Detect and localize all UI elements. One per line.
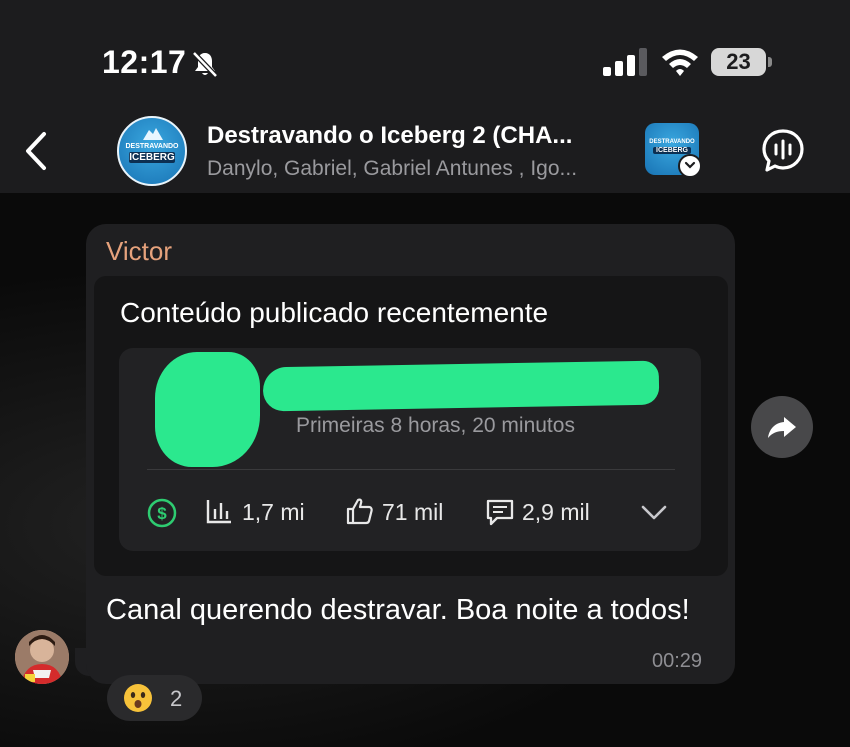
status-bar: 12:17 23 [0,0,850,110]
back-chevron-icon[interactable] [20,130,52,172]
group-avatar-line1: DESTRAVANDO [125,143,179,150]
iceberg-icon [143,128,163,140]
reaction-count: 2 [170,686,183,711]
battery-level: 23 [711,48,766,76]
reaction-pill[interactable]: 2 [107,675,202,721]
channel-badge [678,154,702,178]
channel-avatar-line2: ICEBERG [653,147,691,154]
channel-avatar-line1: DESTRAVANDO [649,139,695,145]
battery-tip [768,57,772,67]
forward-arrow-icon [768,417,796,438]
wifi-icon [662,49,698,76]
views-count: 1,7 mi [242,499,305,525]
chat-title[interactable]: Destravando o Iceberg 2 (CHA... [207,122,572,150]
avatar-photo [15,630,69,684]
card-title: Conteúdo publicado recentemente [120,297,549,328]
battery-indicator: 23 [711,48,773,76]
comment-icon [486,499,514,526]
chevron-down-icon [684,161,696,169]
group-avatar-line2: ICEBERG [128,152,176,163]
redacted-thumbnail [155,352,260,467]
message-text: Canal querendo destravar. Boa noite a to… [106,594,690,626]
bar-chart-icon [206,500,231,524]
chat-header: 12:17 23 DESTRAVANDO ICEBERG Destravando… [0,0,850,193]
status-time: 12:17 [102,44,187,80]
likes-count: 71 mil [382,499,444,525]
card-divider [147,469,675,470]
surprised-face-icon [124,684,152,712]
dollar-circle-icon: $ [147,498,177,528]
chevron-down-icon[interactable] [640,501,668,523]
sender-avatar[interactable] [15,630,69,684]
sender-name[interactable]: Victor [106,236,172,267]
video-meta: Primeiras 8 horas, 20 minutos [296,414,575,437]
message-time: 00:29 [652,650,703,672]
forward-button[interactable] [751,396,813,458]
voice-chat-icon[interactable] [760,128,806,174]
chat-members[interactable]: Danylo, Gabriel, Gabriel Antunes , Igo..… [207,157,577,181]
thumbs-up-icon [346,498,373,525]
redacted-video-title [262,360,660,412]
svg-text:$: $ [157,504,167,523]
bell-slash-icon [192,51,218,78]
group-avatar[interactable]: DESTRAVANDO ICEBERG [117,116,187,186]
comments-count: 2,9 mil [522,499,590,525]
cellular-signal-icon [603,48,647,76]
